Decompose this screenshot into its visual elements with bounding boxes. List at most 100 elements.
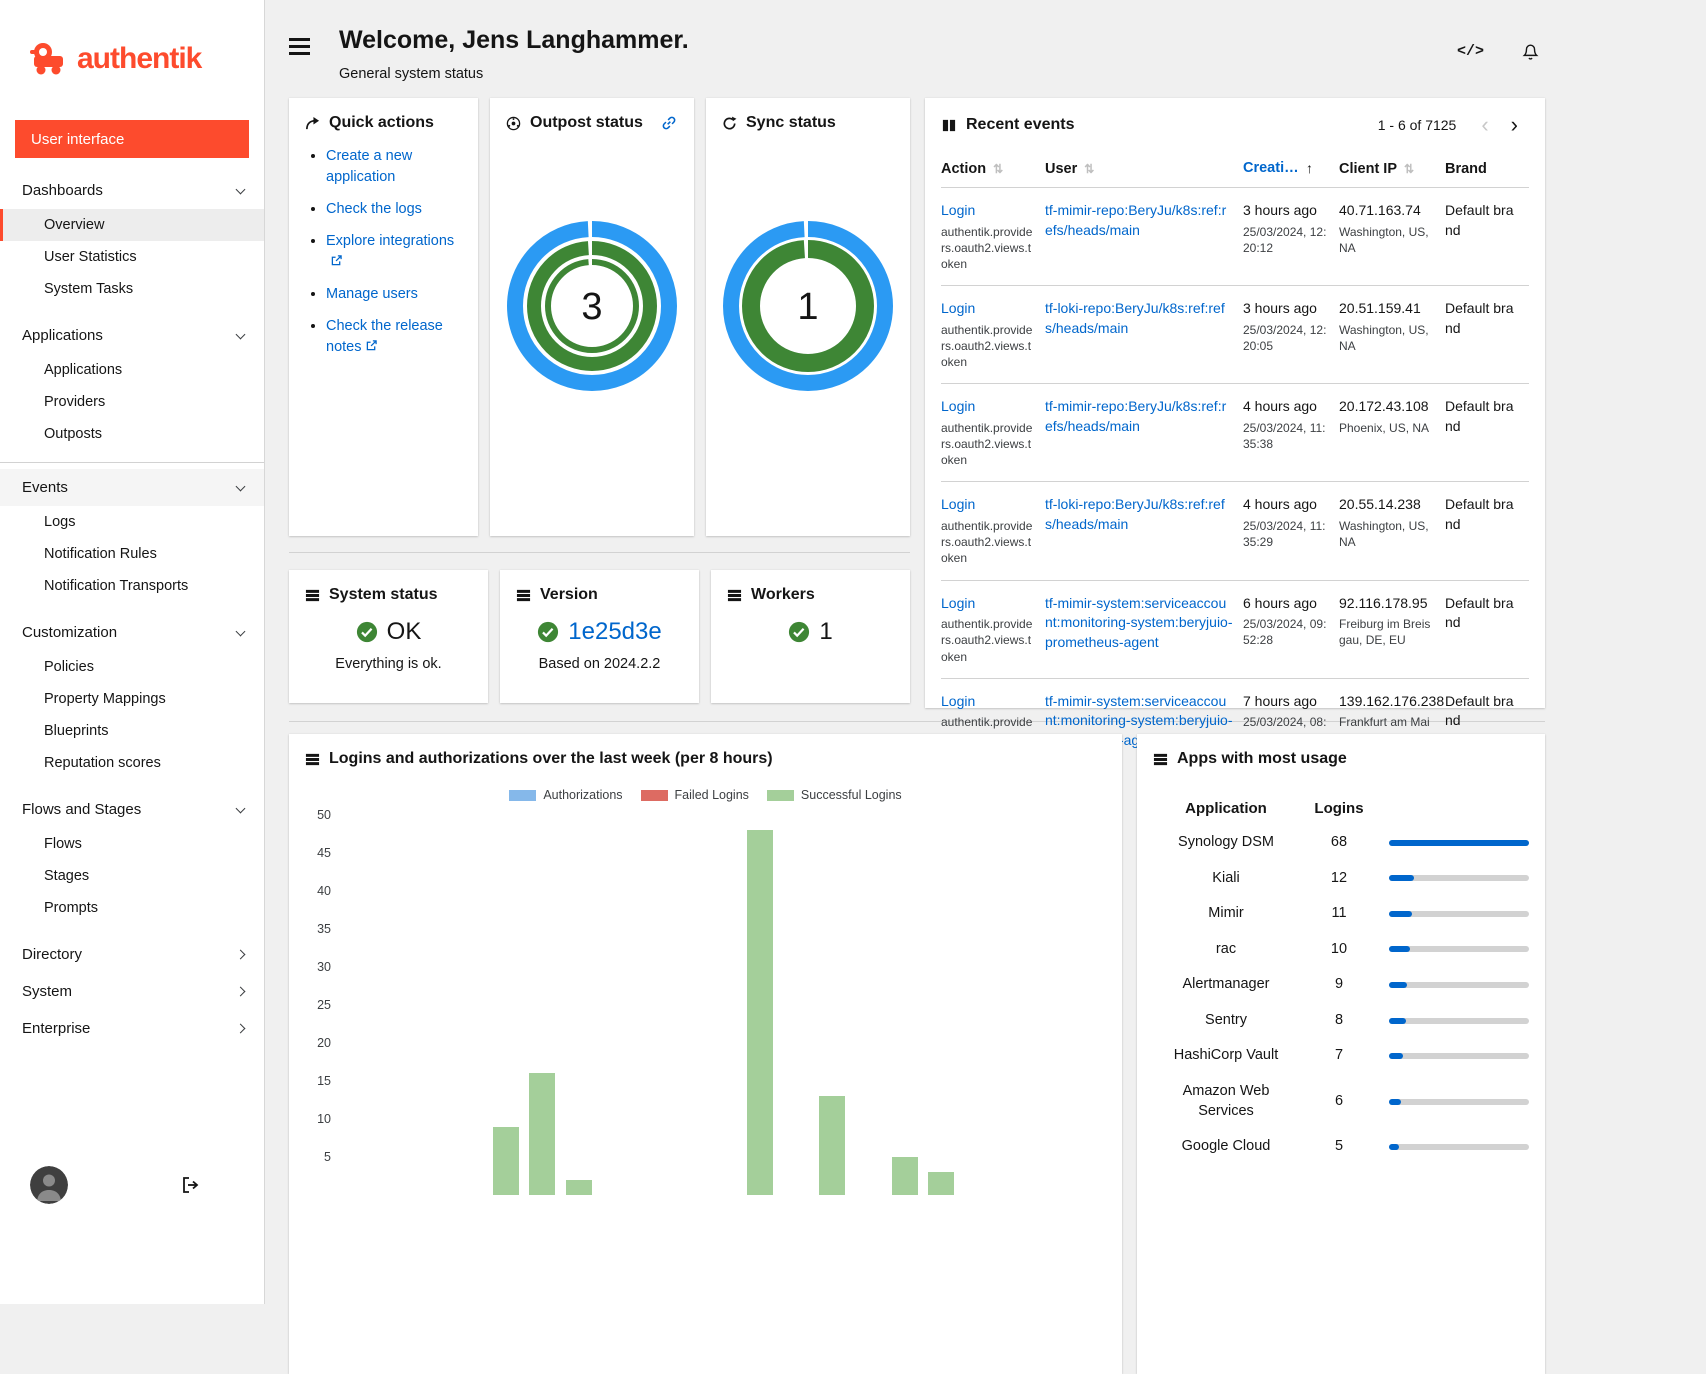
y-axis-label: 35 bbox=[305, 922, 331, 936]
app-name: rac bbox=[1163, 940, 1289, 960]
app-usage-row: Kiali12 bbox=[1153, 861, 1529, 897]
api-code-icon[interactable]: </> bbox=[1457, 43, 1484, 60]
chevron-down-icon bbox=[236, 185, 246, 195]
column-header-client-ip[interactable]: Client IP⇅ bbox=[1339, 150, 1445, 188]
sidebar-section-toggle-enterprise[interactable]: Enterprise bbox=[0, 1010, 264, 1047]
sidebar-item-reputation-scores[interactable]: Reputation scores bbox=[0, 747, 264, 779]
outpost-link-icon[interactable] bbox=[662, 116, 676, 130]
column-header-brand[interactable]: Brand bbox=[1445, 150, 1529, 188]
column-header-user[interactable]: User⇅ bbox=[1045, 150, 1243, 188]
app-login-count: 8 bbox=[1299, 1011, 1379, 1031]
event-user-link[interactable]: tf-mimir-repo:BeryJu/k8s:ref:refs/heads/… bbox=[1045, 202, 1226, 238]
bar-successful-logins[interactable] bbox=[747, 830, 773, 1195]
sidebar-section-toggle-events[interactable]: Events bbox=[0, 469, 264, 506]
column-header-creation[interactable]: Creation↑ bbox=[1243, 150, 1339, 188]
event-user-link[interactable]: tf-mimir-repo:BeryJu/k8s:ref:refs/heads/… bbox=[1045, 398, 1226, 434]
bar-successful-logins[interactable] bbox=[819, 1096, 845, 1195]
sidebar-item-prompts[interactable]: Prompts bbox=[0, 892, 264, 924]
bar-successful-logins[interactable] bbox=[493, 1127, 519, 1195]
event-action-link[interactable]: Login bbox=[941, 202, 975, 218]
bar-successful-logins[interactable] bbox=[566, 1180, 592, 1195]
sidebar-item-system-tasks[interactable]: System Tasks bbox=[0, 273, 264, 305]
authentik-logo-icon bbox=[30, 40, 70, 78]
version-link[interactable]: 1e25d3e bbox=[568, 618, 661, 646]
user-interface-button[interactable]: User interface bbox=[15, 120, 249, 158]
event-row[interactable]: Login authentik.providers.oauth2.views.to… bbox=[941, 482, 1529, 580]
app-login-count: 7 bbox=[1299, 1046, 1379, 1066]
sidebar-section-toggle-flows-and-stages[interactable]: Flows and Stages bbox=[0, 791, 264, 828]
quick-actions-card: Quick actions Create a new applicationCh… bbox=[289, 98, 478, 536]
sidebar-section-toggle-system[interactable]: System bbox=[0, 973, 264, 1010]
event-context: authentik.providers.oauth2.views.token bbox=[941, 420, 1035, 469]
app-usage-bar bbox=[1389, 1099, 1529, 1105]
sidebar-item-user-statistics[interactable]: User Statistics bbox=[0, 241, 264, 273]
quick-action-item: Check the release notes bbox=[326, 316, 462, 358]
bar-successful-logins[interactable] bbox=[529, 1073, 555, 1195]
logo-wordmark: authentik bbox=[77, 42, 201, 76]
quick-action-link-manage-users[interactable]: Manage users bbox=[326, 286, 418, 302]
legend-swatch bbox=[509, 790, 536, 801]
sidebar-item-stages[interactable]: Stages bbox=[0, 860, 264, 892]
event-brand: Default brand bbox=[1445, 384, 1529, 482]
y-axis-label: 30 bbox=[305, 960, 331, 974]
event-row[interactable]: Loginauthentik.providers.oauth2.views.to… bbox=[941, 188, 1529, 286]
event-row[interactable]: Login authentik.providers.oauth2.views.to… bbox=[941, 384, 1529, 482]
menu-toggle-icon[interactable] bbox=[289, 38, 310, 82]
sidebar-section-toggle-directory[interactable]: Directory bbox=[0, 936, 264, 973]
sidebar-item-policies[interactable]: Policies bbox=[0, 651, 264, 683]
sidebar-section-toggle-dashboards[interactable]: Dashboards bbox=[0, 172, 264, 209]
event-action-link[interactable]: Login bbox=[941, 398, 975, 414]
event-brand: Default brand bbox=[1445, 580, 1529, 678]
sidebar-item-overview[interactable]: Overview bbox=[0, 209, 264, 241]
event-client-ip: 20.55.14.238 bbox=[1339, 495, 1435, 515]
y-axis-label: 5 bbox=[305, 1150, 331, 1164]
sidebar-item-blueprints[interactable]: Blueprints bbox=[0, 715, 264, 747]
quick-action-link-create-a-new-application[interactable]: Create a new application bbox=[326, 148, 412, 185]
event-row[interactable]: Loginauthentik.providers.oauth2.views.to… bbox=[941, 580, 1529, 678]
sidebar-item-providers[interactable]: Providers bbox=[0, 386, 264, 418]
authentik-logo[interactable]: authentik bbox=[0, 0, 264, 92]
bar-successful-logins[interactable] bbox=[928, 1172, 954, 1195]
sort-toggle-icon[interactable]: ⇅ bbox=[1404, 162, 1414, 176]
sidebar-item-notification-rules[interactable]: Notification Rules bbox=[0, 538, 264, 570]
event-time-ago: 6 hours ago bbox=[1243, 594, 1329, 614]
outpost-status-card: Outpost status bbox=[490, 98, 694, 536]
sidebar-section-toggle-customization[interactable]: Customization bbox=[0, 614, 264, 651]
notifications-bell-icon[interactable] bbox=[1520, 40, 1541, 62]
logout-icon[interactable] bbox=[180, 1175, 200, 1195]
sync-status-donut[interactable]: 1 bbox=[722, 220, 894, 392]
sidebar-item-applications[interactable]: Applications bbox=[0, 354, 264, 386]
bar-successful-logins[interactable] bbox=[892, 1157, 918, 1195]
quick-action-link-check-the-logs[interactable]: Check the logs bbox=[326, 201, 422, 217]
quick-action-link-check-the-release-notes[interactable]: Check the release notes bbox=[326, 318, 443, 355]
sidebar-item-notification-transports[interactable]: Notification Transports bbox=[0, 570, 264, 602]
event-context: authentik.providers.oauth2.views.token bbox=[941, 518, 1035, 567]
chart-slot bbox=[742, 830, 778, 1195]
sidebar-item-logs[interactable]: Logs bbox=[0, 506, 264, 538]
event-user-link[interactable]: tf-loki-repo:BeryJu/k8s:ref:refs/heads/m… bbox=[1045, 300, 1225, 336]
column-header-action[interactable]: Action⇅ bbox=[941, 150, 1045, 188]
sort-toggle-icon[interactable]: ⇅ bbox=[1084, 162, 1094, 176]
pagination-prev-button[interactable]: ‹ bbox=[1470, 114, 1499, 136]
pagination-next-button[interactable]: › bbox=[1500, 114, 1529, 136]
event-row[interactable]: Loginauthentik.providers.oauth2.views.to… bbox=[941, 286, 1529, 384]
check-circle-icon bbox=[788, 621, 810, 643]
sort-toggle-icon[interactable]: ⇅ bbox=[993, 162, 1003, 176]
outpost-status-donut[interactable]: 3 bbox=[506, 220, 678, 392]
sidebar-item-outposts[interactable]: Outposts bbox=[0, 418, 264, 450]
quick-action-link-explore-integrations[interactable]: Explore integrations bbox=[326, 233, 454, 249]
legend-item-failed-logins: Failed Logins bbox=[641, 788, 749, 802]
event-action-link[interactable]: Login bbox=[941, 595, 975, 611]
sidebar-section-toggle-applications[interactable]: Applications bbox=[0, 317, 264, 354]
avatar[interactable] bbox=[30, 1166, 68, 1204]
server-icon bbox=[516, 588, 531, 603]
sidebar-item-flows[interactable]: Flows bbox=[0, 828, 264, 860]
event-action-link[interactable]: Login bbox=[941, 300, 975, 316]
sidebar-item-property-mappings[interactable]: Property Mappings bbox=[0, 683, 264, 715]
event-action-link[interactable]: Login bbox=[941, 693, 975, 709]
app-usage-bar-fill bbox=[1389, 946, 1410, 952]
event-user-link[interactable]: tf-mimir-system:serviceaccount:monitorin… bbox=[1045, 595, 1233, 650]
event-action-link[interactable]: Login bbox=[941, 496, 975, 512]
sort-ascending-icon[interactable]: ↑ bbox=[1306, 160, 1313, 176]
event-user-link[interactable]: tf-loki-repo:BeryJu/k8s:ref:refs/heads/m… bbox=[1045, 496, 1225, 532]
